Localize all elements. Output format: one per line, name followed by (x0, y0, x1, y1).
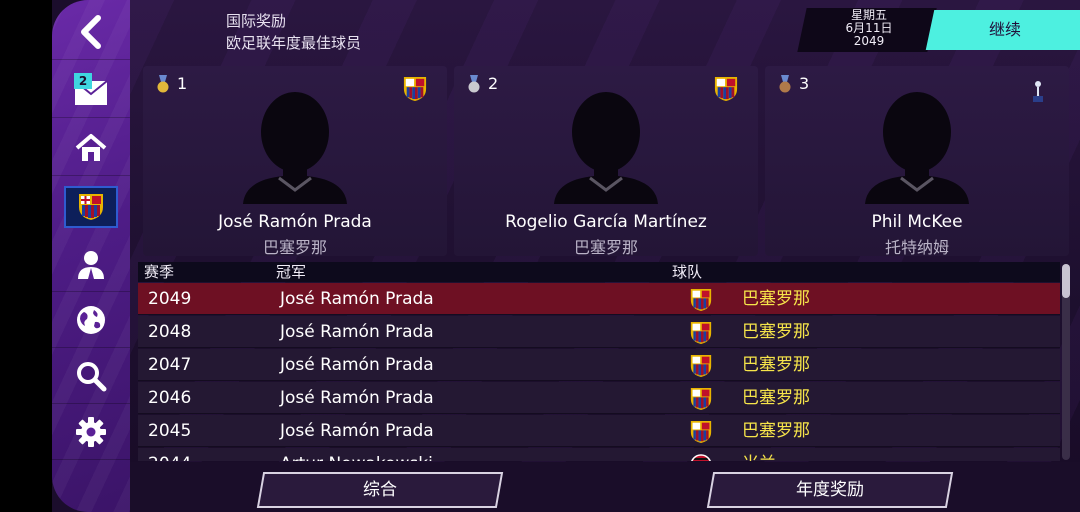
row-club[interactable]: 巴塞罗那 (742, 316, 810, 348)
row-winner[interactable]: José Ramón Prada (280, 316, 434, 348)
barcelona-crest-icon (690, 355, 712, 377)
rank-number: 1 (177, 74, 188, 93)
column-team[interactable]: 球队 (672, 262, 702, 282)
milan-crest-icon (691, 454, 711, 461)
row-season: 2049 (148, 289, 192, 309)
world-button[interactable] (52, 292, 130, 348)
row-club[interactable]: 巴塞罗那 (742, 415, 810, 447)
table-header: 赛季 冠军 球队 (138, 262, 1060, 282)
home-icon (75, 133, 107, 161)
home-button[interactable] (52, 120, 130, 176)
search-icon (77, 361, 107, 391)
club-crest-icon (403, 76, 427, 106)
row-season: 2044 (148, 448, 191, 461)
page-title: 国际奖励 欧足联年度最佳球员 (226, 10, 361, 54)
player-name: Rogelio García Martínez (505, 212, 707, 232)
row-season: 2045 (148, 421, 192, 441)
barcelona-crest-icon (690, 421, 712, 443)
mail-count-badge: 2 (74, 73, 92, 89)
row-club[interactable]: 巴塞罗那 (742, 382, 810, 414)
main-panel: 国际奖励 欧足联年度最佳球员 星期五 6月11日 2049 继续 1 José … (130, 0, 1080, 512)
continue-label[interactable]: 继续 (940, 10, 1070, 50)
back-button[interactable] (52, 4, 130, 60)
player-name: José Ramón Prada (218, 212, 372, 232)
column-season[interactable]: 赛季 (144, 262, 174, 282)
row-winner[interactable]: José Ramón Prada (280, 349, 434, 381)
award-name: 欧足联年度最佳球员 (226, 34, 362, 52)
player-silhouette (554, 92, 658, 204)
barcelona-crest-icon (690, 289, 712, 311)
table-row[interactable]: 2047 José Ramón Prada 巴塞罗那 (138, 349, 1060, 381)
podium-card-2[interactable]: 2 Rogelio García Martínez 巴塞罗那 (454, 66, 758, 257)
player-silhouette (243, 92, 347, 204)
manager-icon (78, 250, 104, 279)
column-winner[interactable]: 冠军 (276, 262, 306, 282)
screen-edge (0, 0, 52, 512)
overview-label[interactable]: 综合 (260, 472, 500, 508)
row-season: 2048 (148, 322, 192, 342)
inbox-button[interactable] (52, 62, 130, 118)
barcelona-crest-icon (690, 322, 712, 344)
row-club[interactable]: 巴塞罗那 (742, 283, 810, 315)
globe-icon (77, 305, 105, 334)
scrollbar-thumb[interactable] (1062, 264, 1070, 298)
gold-medal-icon (157, 74, 169, 92)
row-season: 2047 (148, 355, 192, 375)
table-row[interactable]: 2045 José Ramón Prada 巴塞罗那 (138, 415, 1060, 447)
gear-icon (76, 416, 106, 447)
manager-profile-button[interactable] (52, 236, 130, 292)
back-icon (81, 14, 101, 49)
podium-card-1[interactable]: 1 José Ramón Prada 巴塞罗那 (143, 66, 447, 257)
row-winner[interactable]: José Ramón Prada (280, 415, 434, 447)
player-club: 巴塞罗那 (573, 238, 638, 257)
table-row[interactable]: 2048 José Ramón Prada 巴塞罗那 (138, 316, 1060, 348)
table-row[interactable]: 2049 José Ramón Prada 巴塞罗那 (138, 283, 1060, 315)
search-button[interactable] (52, 348, 130, 404)
current-date: 星期五 6月11日 2049 (810, 9, 928, 51)
table-row[interactable]: 2046 José Ramón Prada 巴塞罗那 (138, 382, 1060, 414)
silver-medal-icon (468, 74, 480, 92)
club-crest-icon (79, 194, 103, 220)
settings-button[interactable] (52, 404, 130, 460)
barcelona-crest-icon (690, 388, 712, 410)
row-club[interactable]: 米兰 (742, 448, 776, 461)
bronze-medal-icon (779, 74, 791, 92)
rank-number: 3 (799, 74, 810, 93)
player-name: Phil McKee (871, 212, 963, 232)
table-row[interactable]: 2044 Artur Nowakowski 米兰 (138, 448, 1060, 461)
award-category: 国际奖励 (226, 12, 287, 30)
club-button[interactable] (64, 186, 118, 228)
player-silhouette (865, 92, 969, 204)
winners-list: 2049 José Ramón Prada 巴塞罗那 2048 José Ram… (138, 283, 1060, 461)
player-club: 巴塞罗那 (262, 238, 327, 257)
club-crest-icon (714, 76, 738, 106)
header: 国际奖励 欧足联年度最佳球员 星期五 6月11日 2049 继续 (130, 0, 1080, 58)
row-winner[interactable]: José Ramón Prada (280, 382, 434, 414)
row-winner[interactable]: Artur Nowakowski (280, 448, 433, 461)
yearly-awards-label[interactable]: 年度奖励 (710, 472, 950, 508)
row-season: 2046 (148, 388, 192, 408)
rank-number: 2 (488, 74, 499, 93)
player-club: 托特纳姆 (884, 238, 949, 257)
row-winner[interactable]: José Ramón Prada (280, 283, 434, 315)
tottenham-crest-icon (1031, 76, 1045, 108)
date-year: 2049 (853, 34, 885, 48)
row-club[interactable]: 巴塞罗那 (742, 349, 810, 381)
podium-card-3[interactable]: 3 Phil McKee 托特纳姆 (765, 66, 1069, 257)
